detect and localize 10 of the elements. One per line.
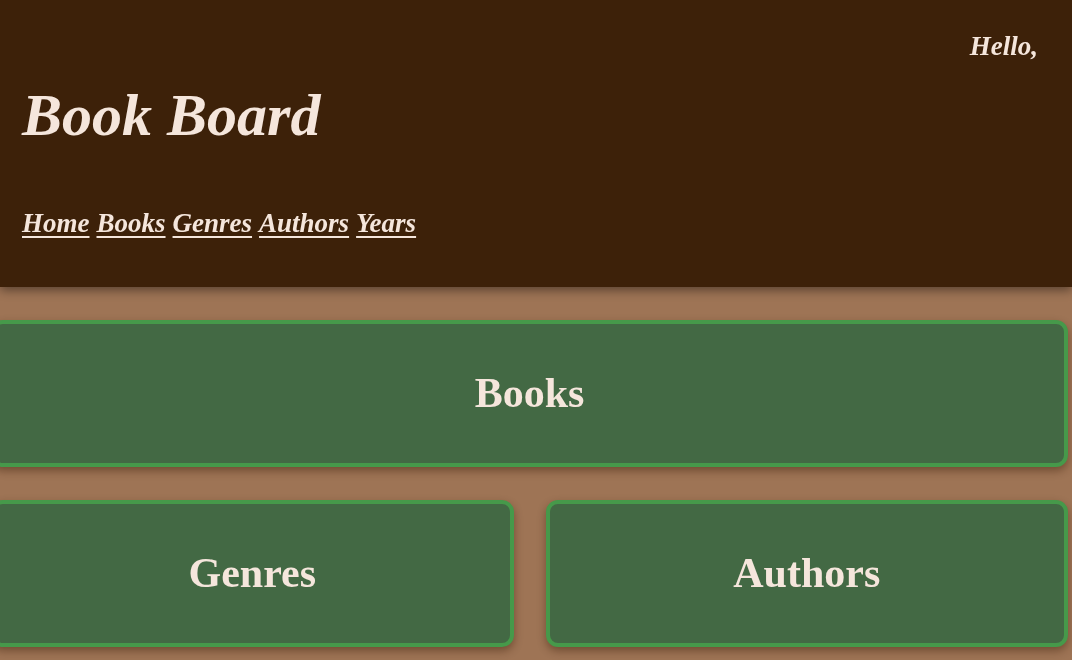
category-card[interactable]: Genres <box>0 500 514 647</box>
category-card[interactable]: Authors <box>545 500 1068 647</box>
nav-link[interactable]: Authors <box>259 206 350 240</box>
nav-link[interactable]: Genres <box>172 206 253 240</box>
site-title: Book Board <box>22 81 321 150</box>
nav-link[interactable]: Years <box>356 206 417 240</box>
greeting-text: Hello, <box>969 30 1038 63</box>
nav-link[interactable]: Books <box>96 206 166 240</box>
nav-link[interactable]: Home <box>22 206 90 240</box>
category-card[interactable]: Books <box>0 320 1068 467</box>
